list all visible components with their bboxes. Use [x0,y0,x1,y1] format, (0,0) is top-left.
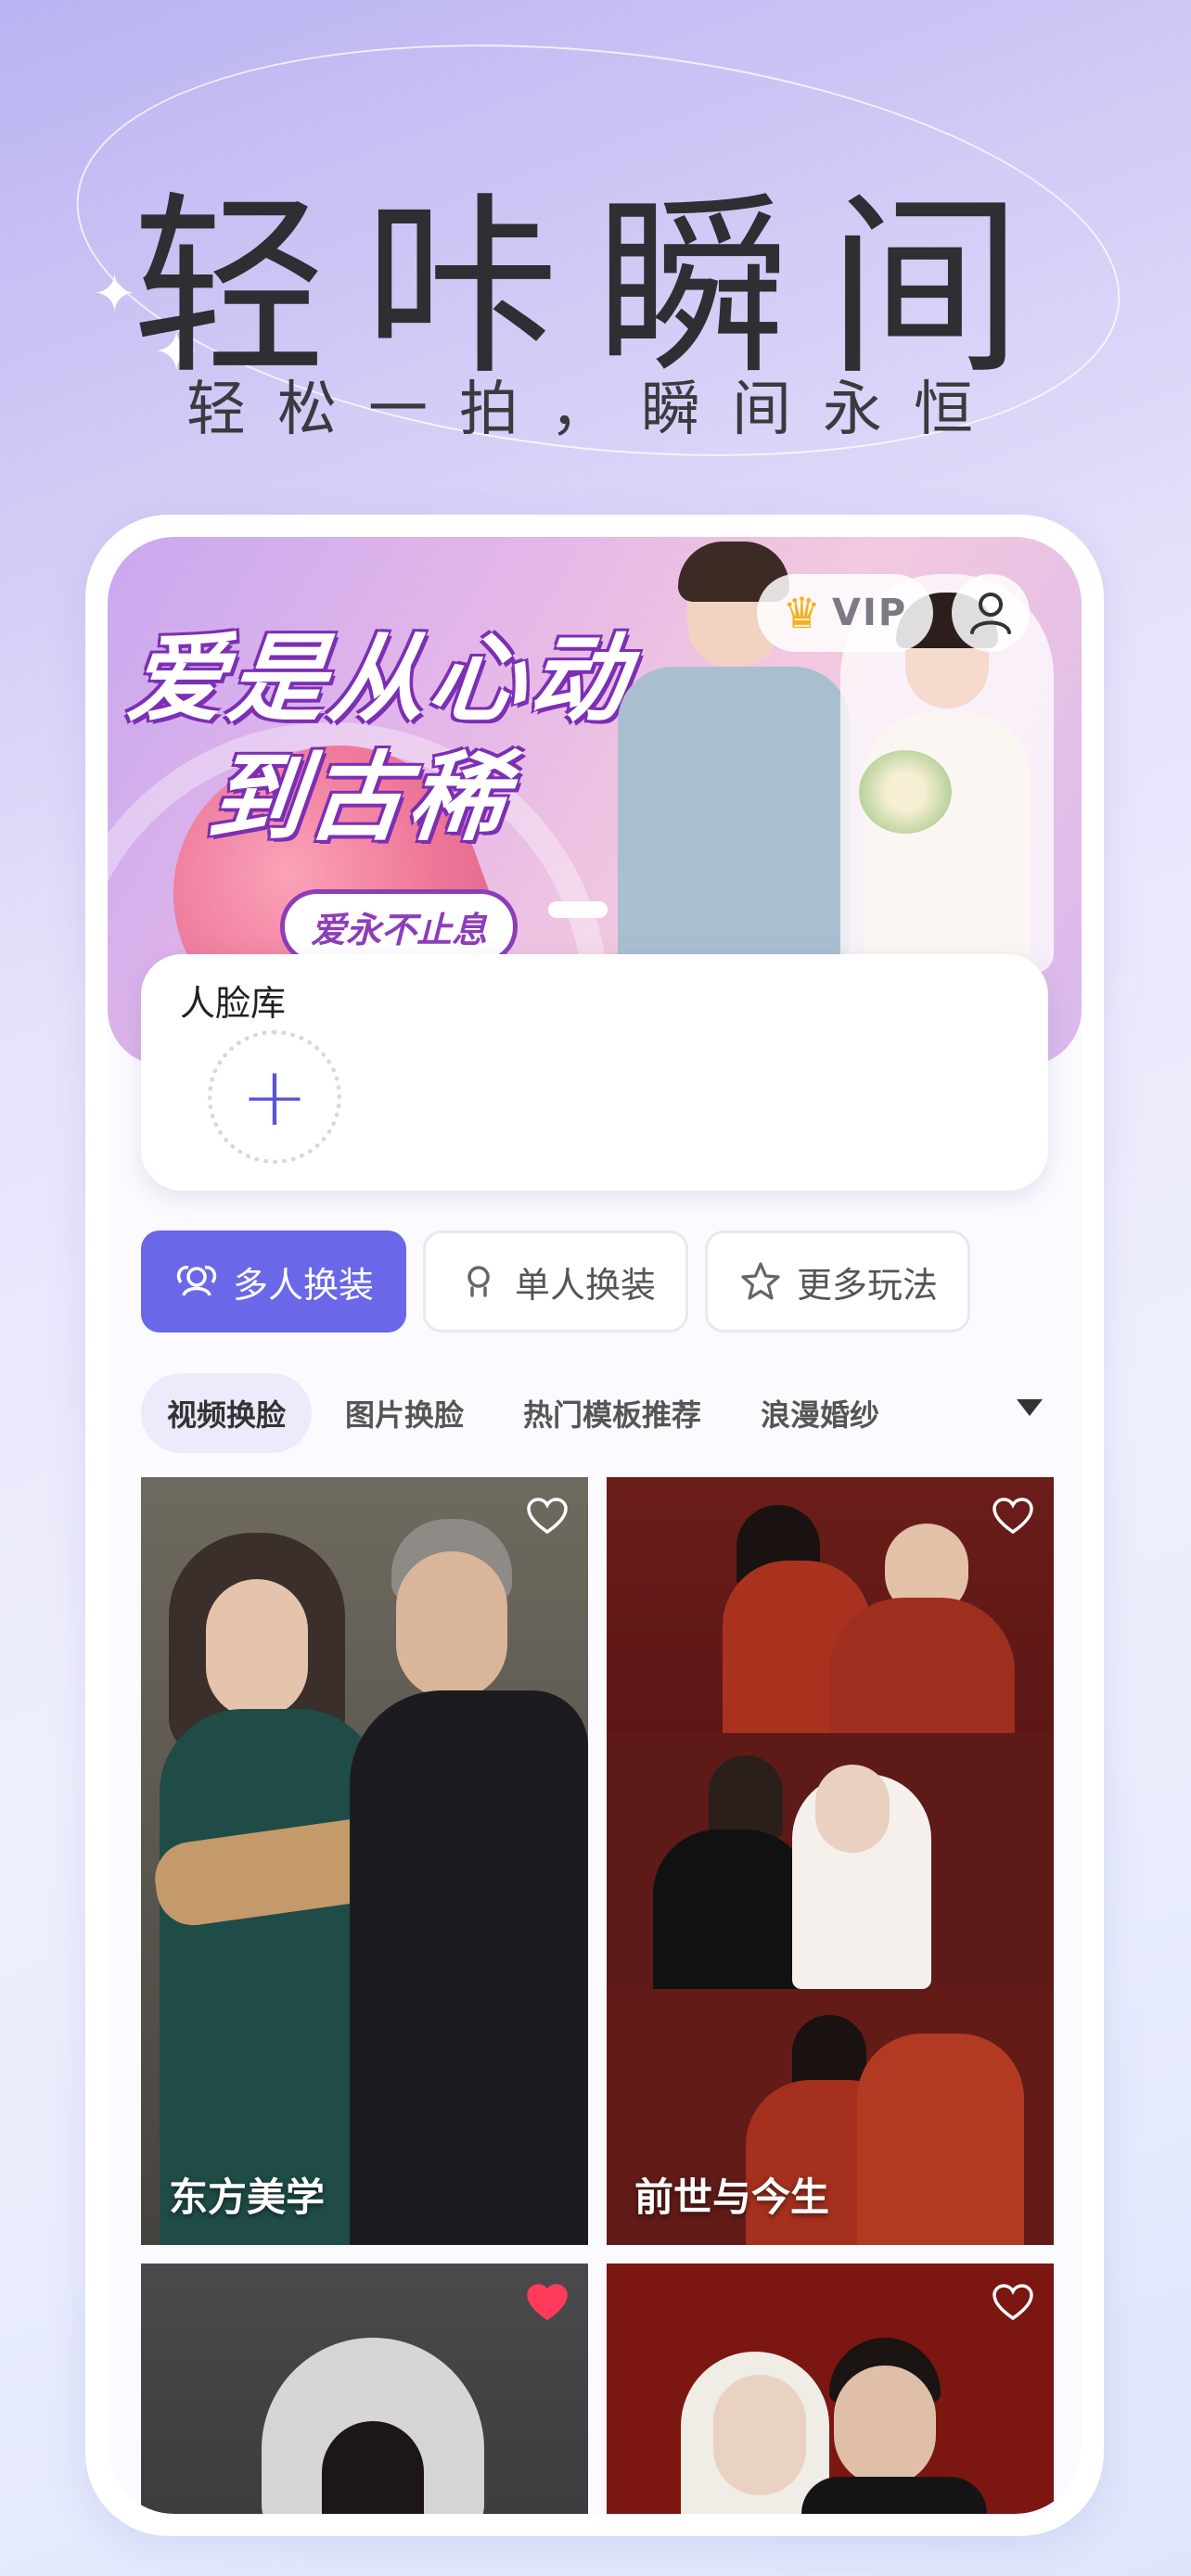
user-icon [970,593,1011,634]
mode-label: 多人换装 [232,1264,374,1306]
add-face-button[interactable]: + [208,1030,341,1164]
tab-photo-face-swap[interactable]: 图片换脸 [319,1373,490,1453]
hero-subtitle: 轻松一拍，瞬间永恒 [186,376,1005,444]
banner-tag: 爱永不止息 [280,889,519,964]
plus-icon: + [240,1049,309,1144]
face-library-card: 人脸库 + [141,954,1048,1191]
crown-icon: ♛ [782,588,822,638]
template-title: 东方美学 [169,2174,326,2220]
template-card[interactable]: 前世与今生 [607,1477,1054,2245]
mode-label: 单人换装 [514,1264,656,1306]
tab-video-face-swap[interactable]: 视频换脸 [141,1373,313,1453]
mode-label: 更多玩法 [796,1264,938,1306]
app-screen: 爱是从心动 到古稀 爱永不止息 ♛ VIP 人脸库 + 多人换装 单人换装 更多… [108,537,1082,2514]
phone-frame: 爱是从心动 到古稀 爱永不止息 ♛ VIP 人脸库 + 多人换装 单人换装 更多… [85,515,1104,2536]
face-library-title: 人脸库 [180,983,287,1024]
like-icon[interactable] [527,1498,568,1535]
tab-romantic-wedding[interactable]: 浪漫婚纱 [735,1373,905,1453]
user-profile-button[interactable] [952,574,1030,652]
mode-more-button[interactable]: 更多玩法 [705,1231,970,1333]
template-card[interactable] [141,2264,588,2514]
person-icon [467,1266,490,1297]
banner-slogan-line2: 到古稀 [202,741,516,854]
vip-button[interactable]: ♛ VIP [757,574,933,652]
star-icon [741,1262,780,1300]
tab-hot-templates[interactable]: 热门模板推荐 [497,1373,727,1453]
mode-multi-person-button[interactable]: 多人换装 [141,1231,406,1333]
template-card[interactable]: 东方美学 [141,1477,588,2245]
group-icon [176,1266,217,1296]
like-icon[interactable] [992,1498,1033,1535]
vip-label: VIP [832,592,908,634]
mode-single-person-button[interactable]: 单人换装 [423,1231,688,1333]
template-card[interactable] [607,2264,1054,2514]
expand-tabs-icon[interactable] [1017,1399,1043,1416]
like-icon[interactable] [992,2284,1033,2321]
category-tabs: 视频换脸 图片换脸 热门模板推荐 浪漫婚纱 [141,1371,1050,1455]
like-icon[interactable] [527,2284,568,2321]
template-title: 前世与今生 [634,2174,830,2220]
mode-selector: 多人换装 单人换装 更多玩法 [141,1231,970,1333]
